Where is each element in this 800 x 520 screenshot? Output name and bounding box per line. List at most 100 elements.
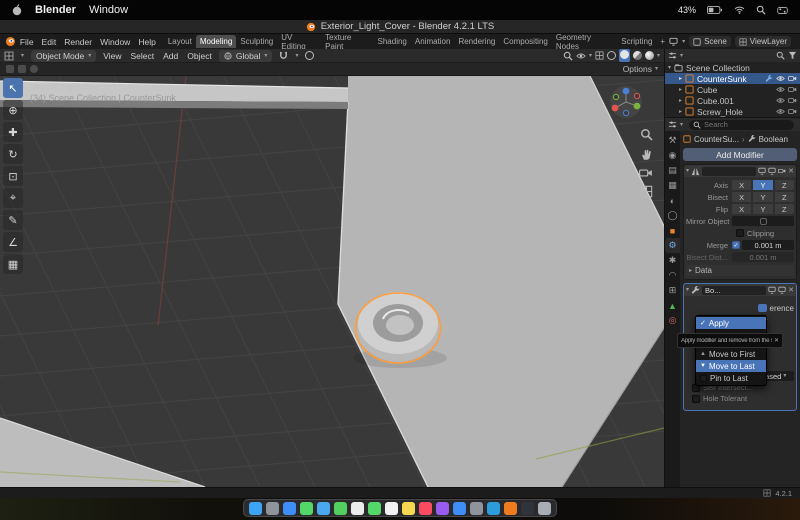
menu-render[interactable]: Render <box>60 37 96 47</box>
chevron-down-icon[interactable]: ▾ <box>680 122 683 128</box>
mirror-modifier-header[interactable]: ▾ ✕ <box>684 165 796 177</box>
chevron-down-icon[interactable]: ▾ <box>680 53 683 59</box>
chevron-down-icon[interactable]: ▾ <box>657 53 660 59</box>
chevron-down-icon[interactable]: ▾ <box>655 66 658 72</box>
hide-eye-icon[interactable] <box>776 86 785 93</box>
ortho-grid-icon[interactable] <box>640 185 653 198</box>
bisect-z-button[interactable]: Z <box>775 192 794 202</box>
tool-transform[interactable]: ⌖ <box>3 188 23 208</box>
dock-app-terminal[interactable] <box>521 502 534 515</box>
menu-item-apply[interactable]: ✓ Apply <box>696 317 766 329</box>
show-gizmo-icon[interactable] <box>595 51 604 60</box>
outliner-search-icon[interactable] <box>776 51 785 60</box>
outliner-row-cube[interactable]: ▸ Cube <box>665 84 800 95</box>
menu-edit[interactable]: Edit <box>38 37 61 47</box>
workspace-tab-compositing[interactable]: Compositing <box>499 35 551 48</box>
dock-app-maps[interactable] <box>334 502 347 515</box>
menubar-menu-window[interactable]: Window <box>89 4 128 16</box>
editor-type-icon[interactable] <box>4 51 14 61</box>
gizmo-x-axis[interactable] <box>612 105 619 112</box>
merge-checkbox[interactable]: ✓ <box>732 241 740 249</box>
dock-app-music[interactable] <box>419 502 432 515</box>
axis-x-button[interactable]: X <box>732 180 751 190</box>
expand-icon[interactable]: ▸ <box>679 109 682 115</box>
render-camera-icon[interactable] <box>788 75 797 82</box>
hide-eye-icon[interactable] <box>776 97 785 104</box>
boolean-modifier-header[interactable]: ▾ Bo... ✕ <box>684 284 796 296</box>
wifi-icon[interactable] <box>734 6 745 14</box>
mirror-object-field[interactable] <box>732 216 794 226</box>
transform-orientation-dropdown[interactable]: Global ▾ <box>219 50 273 62</box>
collapse-icon[interactable]: ▾ <box>686 168 689 174</box>
gizmo-x-neg[interactable] <box>634 93 639 98</box>
dock-app-app-store[interactable] <box>453 502 466 515</box>
pan-hand-icon[interactable] <box>640 148 653 161</box>
show-overlays-icon[interactable] <box>576 52 586 60</box>
chevron-down-icon[interactable]: ▾ <box>682 39 685 45</box>
collapse-icon[interactable]: ▾ <box>686 287 689 293</box>
remove-modifier-icon[interactable]: ✕ <box>788 287 794 294</box>
tool-cursor[interactable]: ⊕ <box>3 100 23 120</box>
bisect-distance-field[interactable]: 0.001 m <box>732 252 794 262</box>
chevron-down-icon[interactable]: ▾ <box>295 53 298 59</box>
dock-app-messages[interactable] <box>300 502 313 515</box>
menu-window[interactable]: Window <box>96 37 134 47</box>
axis-z-button[interactable]: Z <box>775 180 794 190</box>
dock-app-blender[interactable] <box>504 502 517 515</box>
workspace-tab-sculpting[interactable]: Sculpting <box>236 35 277 48</box>
workspace-tab-shading[interactable]: Shading <box>374 35 411 48</box>
render-camera-icon[interactable] <box>788 97 797 104</box>
properties-editor-icon[interactable] <box>668 120 677 129</box>
data-subpanel[interactable]: ▸ Data <box>686 265 794 276</box>
dock-app-notes[interactable] <box>402 502 415 515</box>
apple-logo-icon[interactable] <box>12 4 22 16</box>
outliner-row-countersunk[interactable]: ▸ CounterSunk <box>665 73 800 84</box>
tool-option-icon[interactable] <box>18 65 26 73</box>
flip-x-button[interactable]: X <box>732 204 751 214</box>
breadcrumb-object[interactable]: CounterSu... <box>694 135 739 144</box>
flip-y-button[interactable]: Y <box>753 204 772 214</box>
tool-move[interactable]: ✚ <box>3 122 23 142</box>
control-center-icon[interactable] <box>777 7 788 14</box>
properties-tab-object[interactable]: ■ <box>665 223 680 238</box>
tool-option-icon[interactable] <box>6 65 14 73</box>
tool-scale[interactable]: ⊡ <box>3 166 23 186</box>
shading-material-icon[interactable] <box>633 51 642 60</box>
render-camera-icon[interactable] <box>788 86 797 93</box>
workspace-tab-scripting[interactable]: Scripting <box>617 35 656 48</box>
properties-tab-output[interactable]: ▤ <box>665 163 680 178</box>
shading-solid-icon[interactable] <box>619 49 630 62</box>
realtime-toggle-icon[interactable] <box>768 167 776 175</box>
gizmo-z-axis[interactable] <box>623 88 630 95</box>
tool-rotate[interactable]: ↻ <box>3 144 23 164</box>
viewport-menu-view[interactable]: View <box>103 51 121 61</box>
bisect-x-button[interactable]: X <box>732 192 751 202</box>
expand-icon[interactable]: ▾ <box>668 65 671 71</box>
outliner-filter-icon[interactable] <box>788 51 797 60</box>
snap-magnet-icon[interactable] <box>279 51 288 60</box>
dock-app-facetime[interactable] <box>368 502 381 515</box>
spotlight-search-icon[interactable] <box>756 5 766 15</box>
merge-value-field[interactable]: 0.001 m <box>742 240 794 250</box>
flip-z-button[interactable]: Z <box>775 204 794 214</box>
mode-dropdown[interactable]: Object Mode ▾ <box>31 50 96 62</box>
tool-select-box[interactable]: ↖ <box>3 78 23 98</box>
hole-tolerant-checkbox[interactable] <box>692 395 700 403</box>
battery-icon[interactable] <box>707 6 723 14</box>
render-camera-icon[interactable] <box>788 108 797 115</box>
blender-menu-icon[interactable] <box>5 36 16 47</box>
hide-eye-icon[interactable] <box>776 75 785 82</box>
scene-browse-icon[interactable] <box>669 37 678 46</box>
viewport-search-icon[interactable] <box>563 51 573 61</box>
breadcrumb-modifier[interactable]: Boolean <box>759 135 788 144</box>
dock-app-podcasts[interactable] <box>436 502 449 515</box>
tool-add-cube[interactable]: ▦ <box>3 254 23 274</box>
menu-item-move-to-first[interactable]: ▲ Move to First <box>696 348 766 360</box>
menu-item-pin-to-last[interactable]: Pin to Last <box>696 372 766 384</box>
properties-tab-modifiers[interactable]: ⚙ <box>665 238 680 253</box>
outliner-row-scene-collection[interactable]: ▾ Scene Collection <box>665 62 800 73</box>
add-workspace-button[interactable]: + <box>656 35 669 48</box>
properties-tab-constraints[interactable]: ⊞ <box>665 283 680 298</box>
expand-icon[interactable]: ▸ <box>679 98 682 104</box>
remove-modifier-icon[interactable]: ✕ <box>788 168 794 175</box>
